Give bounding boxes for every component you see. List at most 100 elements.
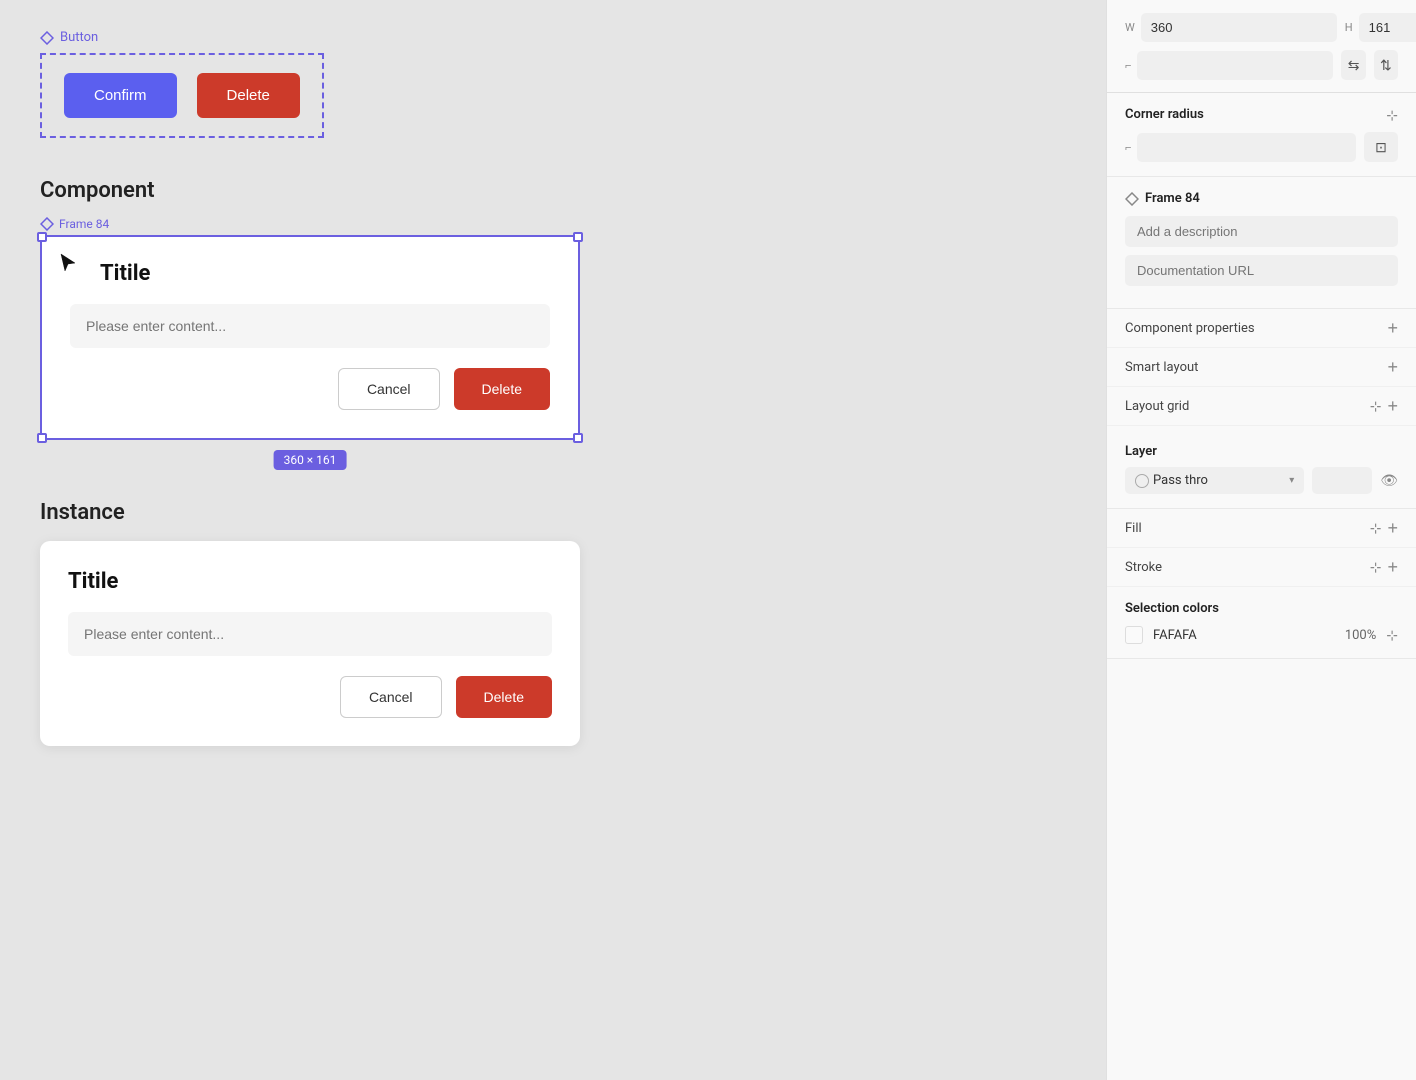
button-section-tag: Button [40, 30, 1066, 45]
width-input[interactable] [1141, 13, 1337, 42]
corner-radius-mode-btn[interactable]: ⊡ [1364, 132, 1398, 162]
button-frame: Confirm Delete [40, 53, 324, 138]
stroke-label: Stroke [1125, 560, 1162, 575]
instance-dialog-actions: Cancel Delete [68, 676, 552, 718]
selection-color-row: FAFAFA 100% ⊹ [1125, 626, 1398, 644]
corner-radius-input[interactable]: 0 [1137, 133, 1356, 162]
description-input[interactable] [1125, 216, 1398, 247]
cursor-icon [56, 251, 80, 275]
angle-input[interactable]: 0° [1137, 51, 1333, 80]
color-expand-btn[interactable]: ⊹ [1386, 628, 1398, 642]
frame-tag-label: Frame 84 [59, 217, 109, 231]
documentation-input[interactable] [1125, 255, 1398, 286]
layout-grid-label: Layout grid [1125, 399, 1189, 414]
delete-button[interactable]: Delete [197, 73, 300, 118]
instance-label: Instance [40, 500, 1066, 525]
instance-cancel-button[interactable]: Cancel [340, 676, 442, 718]
instance-delete-button[interactable]: Delete [456, 676, 552, 718]
frame-properties-title: Frame 84 [1125, 191, 1200, 206]
stroke-add-btn[interactable]: + [1387, 558, 1398, 576]
fill-expand-btn[interactable]: ⊹ [1370, 521, 1382, 535]
layout-grid-add-btn[interactable]: + [1387, 397, 1398, 415]
color-swatch-1[interactable] [1125, 626, 1143, 644]
transform-row2: ⌐ 0° ⇆ ⇅ [1125, 50, 1398, 80]
handle-bl [37, 433, 47, 443]
visibility-toggle[interactable]: 👁 [1380, 472, 1398, 489]
corner-radius-row: ⌐ 0 ⊡ [1125, 132, 1398, 162]
selection-colors-title: Selection colors [1125, 601, 1219, 616]
instance-dialog-input[interactable] [68, 612, 552, 656]
component-delete-button[interactable]: Delete [454, 368, 550, 410]
height-field: H [1345, 12, 1416, 42]
instance-box: Titile Cancel Delete [40, 541, 580, 746]
component-dialog-title: Titile [100, 261, 550, 286]
transform-section: W H ⛓ ⌐ 0° ⇆ ⇅ [1107, 0, 1416, 93]
smart-layout-label: Smart layout [1125, 360, 1198, 375]
corner-radius-title: Corner radius [1125, 107, 1204, 122]
button-tag-label: Button [60, 30, 98, 45]
layout-grid-expand-btn[interactable]: ⊹ [1370, 399, 1382, 413]
stroke-row: Stroke ⊹ + [1107, 548, 1416, 587]
component-frame-box: Titile Cancel Delete [40, 235, 580, 440]
blend-mode-icon [1135, 474, 1149, 488]
layer-controls: Pass thro ▾ 100% 👁 [1125, 467, 1398, 494]
width-label: W [1125, 21, 1135, 34]
fill-controls: ⊹ + [1370, 519, 1398, 537]
smart-layout-row: Smart layout + [1107, 348, 1416, 387]
button-section: Button Confirm Delete [40, 30, 1066, 138]
fill-row: Fill ⊹ + [1107, 509, 1416, 548]
confirm-button[interactable]: Confirm [64, 73, 177, 118]
component-cancel-button[interactable]: Cancel [338, 368, 440, 410]
smart-layout-add-btn[interactable]: + [1387, 358, 1398, 376]
canvas-area: Button Confirm Delete Component Frame 84 [0, 0, 1106, 1080]
diamond-icon [40, 31, 54, 45]
corner-icon: ⌐ [1125, 141, 1131, 154]
instance-dialog-title: Titile [68, 569, 552, 594]
transform-row1: W H ⛓ [1125, 12, 1398, 42]
corner-radius-section: Corner radius ⊹ ⌐ 0 ⊡ [1107, 93, 1416, 177]
selection-colors-section: Selection colors FAFAFA 100% ⊹ [1107, 587, 1416, 659]
frame-tag: Frame 84 [40, 217, 580, 231]
layout-grid-row: Layout grid ⊹ + [1107, 387, 1416, 426]
flip-v-button[interactable]: ⇅ [1374, 50, 1398, 80]
blend-mode-value: Pass thro [1153, 473, 1285, 488]
color-value-1: FAFAFA [1153, 628, 1335, 643]
fill-label: Fill [1125, 521, 1142, 536]
dimension-badge: 360 × 161 [274, 450, 347, 470]
frame-section-icon [1125, 192, 1139, 206]
opacity-input[interactable]: 100% [1312, 467, 1372, 494]
blend-mode-field: Pass thro ▾ [1125, 467, 1304, 494]
component-dialog-input[interactable] [70, 304, 550, 348]
component-frame-wrapper: Frame 84 Titile Cancel Delete 3 [40, 217, 580, 440]
frame-properties-header: Frame 84 [1125, 191, 1398, 206]
angle-icon: ⌐ [1125, 59, 1131, 72]
handle-tr [573, 232, 583, 242]
layout-grid-controls: ⊹ + [1370, 397, 1398, 415]
component-properties-row: Component properties + [1107, 309, 1416, 348]
component-dialog-actions: Cancel Delete [70, 368, 550, 410]
component-properties-add-btn[interactable]: + [1387, 319, 1398, 337]
frame-properties-section: Frame 84 [1107, 177, 1416, 309]
selection-colors-header: Selection colors [1125, 601, 1398, 616]
layer-title: Layer [1125, 440, 1398, 459]
angle-field: ⌐ 0° [1125, 50, 1333, 80]
blend-mode-chevron: ▾ [1289, 475, 1294, 486]
width-field: W [1125, 12, 1337, 42]
component-label: Component [40, 178, 1066, 203]
corner-radius-header: Corner radius ⊹ [1125, 107, 1398, 122]
color-opacity-1: 100% [1345, 628, 1376, 643]
height-input[interactable] [1359, 13, 1416, 42]
right-panel: W H ⛓ ⌐ 0° ⇆ ⇅ Corner radius ⊹ ⌐ [1106, 0, 1416, 1080]
stroke-controls: ⊹ + [1370, 558, 1398, 576]
corner-radius-expand-btn[interactable]: ⊹ [1386, 108, 1398, 122]
handle-br [573, 433, 583, 443]
stroke-expand-btn[interactable]: ⊹ [1370, 560, 1382, 574]
component-section: Component Frame 84 Titile [40, 178, 1066, 746]
fill-add-btn[interactable]: + [1387, 519, 1398, 537]
height-label: H [1345, 21, 1353, 34]
component-properties-label: Component properties [1125, 321, 1255, 336]
corner-radius-field: ⌐ 0 [1125, 132, 1356, 162]
layer-section: Layer Pass thro ▾ 100% 👁 [1107, 426, 1416, 509]
flip-h-button[interactable]: ⇆ [1341, 50, 1365, 80]
handle-tl [37, 232, 47, 242]
